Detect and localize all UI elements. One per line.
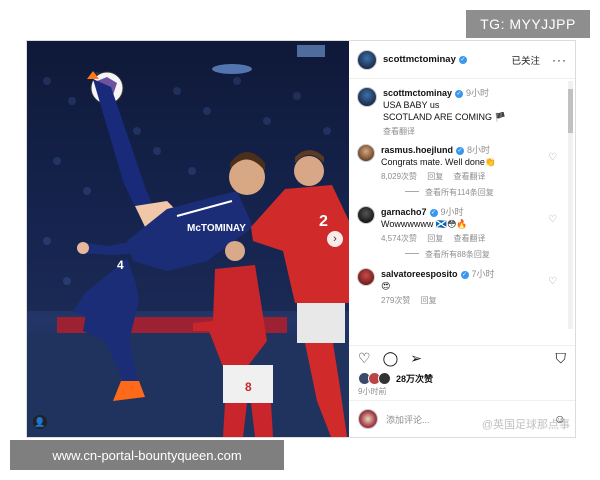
comment-time: 7小时 (471, 269, 495, 279)
comment-reply-link[interactable]: 回复 (421, 296, 437, 305)
comment-reply-link[interactable]: 回复 (427, 172, 443, 181)
likes-count: 28万次赞 (396, 373, 434, 384)
tagged-people-icon[interactable]: 👤 (33, 415, 47, 429)
verified-badge-icon: ✓ (456, 147, 465, 155)
commenter-avatar[interactable] (357, 268, 375, 286)
opponent-number-text: 2 (319, 213, 328, 230)
caption-author-avatar[interactable] (357, 87, 377, 107)
like-heart-icon[interactable]: ♡ (358, 350, 371, 367)
caption-translate-link[interactable]: 查看翻译 (383, 127, 415, 136)
bookmark-icon[interactable]: ⛉ (556, 350, 567, 367)
comments-list: scottmctominay ✓ 9小时 USA BABY us SCOTLAND … (349, 79, 575, 345)
caption-username[interactable]: scottmctominay (383, 88, 452, 98)
author-username-text: scottmctominay (383, 54, 456, 65)
comment-username[interactable]: salvatoreesposito (381, 269, 458, 279)
verified-badge-icon: ✓ (460, 271, 469, 279)
comment-item: rasmus.hoejlund ✓ 8小时 Congrats mate. Well … (357, 144, 567, 183)
viewer-avatar (358, 409, 378, 429)
comment-text: 😍 (381, 281, 391, 291)
comment-text: Congrats mate. Well done👏 (381, 157, 497, 167)
footer-url-banner: www.cn-portal-bountyqueen.com (10, 440, 284, 470)
post-actions-bar: ♡ ◯ ➢ ⛉ (349, 345, 575, 370)
like-heart-icon[interactable]: ♡ (548, 276, 557, 287)
share-send-icon[interactable]: ➢ (410, 350, 422, 367)
comment-username[interactable]: rasmus.hoejlund (381, 145, 453, 155)
verified-badge-icon: ✓ (455, 90, 464, 98)
view-replies-link[interactable]: 查看所有88条回复 (405, 249, 567, 260)
comment-bubble-icon[interactable]: ◯ (383, 350, 399, 367)
scrollbar-thumb[interactable] (568, 89, 573, 133)
comment-likes[interactable]: 279次赞 (381, 296, 410, 305)
tg-watermark-tag: TG: MYYJJPP (466, 10, 590, 38)
comment-likes[interactable]: 4,574次赞 (381, 234, 417, 243)
comment-translate-link[interactable]: 查看翻译 (454, 172, 486, 181)
comment-username[interactable]: garnacho7 (381, 207, 427, 217)
comment-likes[interactable]: 8,029次赞 (381, 172, 417, 181)
instagram-post: McTOMINAY 4 2 8 👤 › scottmctominay ✓ 已关注… (26, 40, 576, 438)
jersey-name-text: McTOMINAY (187, 223, 246, 234)
liker-avatar (378, 371, 391, 385)
next-image-chevron-icon[interactable]: › (327, 231, 343, 247)
comment-item: salvatoreesposito ✓ 7小时 😍 279次赞 回复 ♡ (357, 268, 567, 307)
like-heart-icon[interactable]: ♡ (548, 152, 557, 163)
like-heart-icon[interactable]: ♡ (548, 214, 557, 225)
caption-line-2: SCOTLAND ARE COMING 🏴 (383, 112, 506, 122)
view-replies-link[interactable]: 查看所有114条回复 (405, 187, 567, 198)
author-avatar[interactable] (357, 49, 377, 70)
comments-scrollbar[interactable] (568, 81, 573, 329)
commenter-avatar[interactable] (357, 144, 375, 162)
opponent2-number-text: 8 (245, 380, 252, 394)
add-comment-input[interactable]: 添加评论... (386, 413, 430, 426)
football-scene-illustration: McTOMINAY 4 2 8 (27, 41, 349, 437)
following-button[interactable]: 已关注 (511, 53, 540, 67)
more-options-icon[interactable]: ··· (552, 53, 567, 67)
post-header: scottmctominay ✓ 已关注 ··· (349, 41, 575, 79)
commenter-avatar[interactable] (357, 206, 375, 224)
comment-text: Wowwwwww 🏴󠁧󠁢󠁳󠁣󠁴󠁿😳🔥 (381, 219, 468, 229)
comment-item: garnacho7 ✓ 9小时 Wowwwwww 🏴󠁧󠁢󠁳󠁣󠁴󠁿😳🔥 4,574次赞… (357, 206, 567, 245)
author-username[interactable]: scottmctominay ✓ (383, 54, 467, 65)
comment-reply-link[interactable]: 回复 (427, 234, 443, 243)
post-timestamp: 9小时前 (358, 387, 387, 396)
verified-badge-icon: ✓ (458, 56, 467, 64)
likes-summary[interactable]: 28万次赞 (349, 370, 575, 386)
verified-badge-icon: ✓ (429, 209, 438, 217)
weibo-watermark: @英国足球那点事 (481, 419, 570, 431)
comment-translate-link[interactable]: 查看翻译 (454, 234, 486, 243)
shorts-number-text: 4 (117, 258, 124, 272)
post-side-panel: scottmctominay ✓ 已关注 ··· scottmctominay ✓ 9… (349, 41, 575, 437)
caption-item: scottmctominay ✓ 9小时 USA BABY us SCOTLAND … (357, 87, 567, 138)
caption-time: 9小时 (466, 88, 490, 98)
comment-time: 8小时 (467, 145, 491, 155)
comment-time: 9小时 (440, 207, 464, 217)
caption-line-1: USA BABY us (383, 100, 440, 110)
post-photo[interactable]: McTOMINAY 4 2 8 👤 › (27, 41, 349, 437)
